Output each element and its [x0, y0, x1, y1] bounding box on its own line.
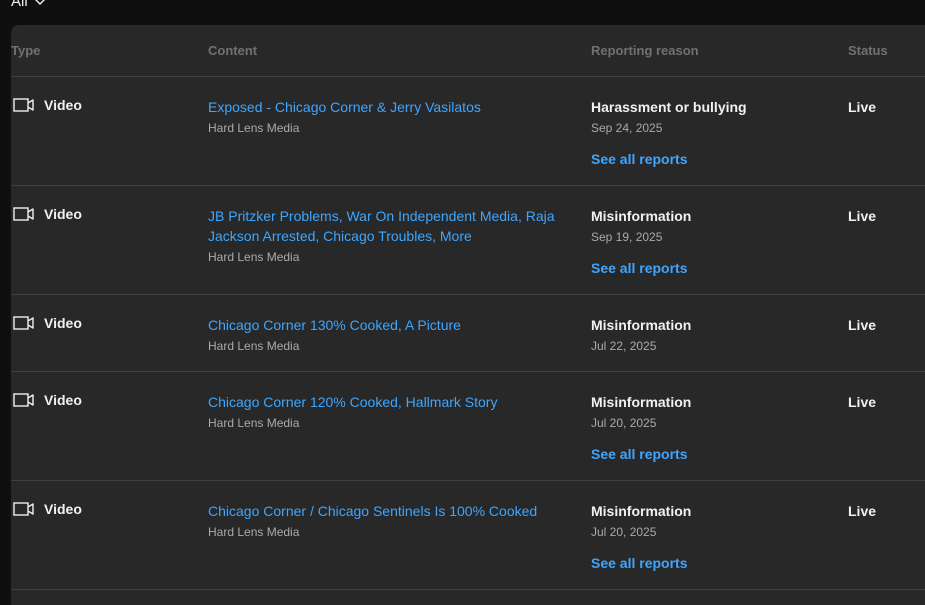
type-cell: Video — [13, 97, 82, 113]
video-icon — [13, 206, 35, 222]
video-icon — [13, 501, 35, 517]
table-row: Video JB Pritzker Problems, War On Indep… — [11, 186, 925, 295]
video-icon — [13, 97, 35, 113]
filter-dropdown[interactable]: All — [11, 0, 46, 10]
video-icon — [13, 315, 35, 331]
type-cell: Video — [13, 315, 82, 331]
table-row: Video Chicago Corner 120% Cooked, Hallma… — [11, 372, 925, 481]
video-title-link[interactable]: Chicago Corner 120% Cooked, Hallmark Sto… — [208, 392, 558, 412]
report-date: Jul 22, 2025 — [591, 339, 657, 353]
channel-name: Hard Lens Media — [208, 525, 300, 539]
video-title-link[interactable]: Chicago Corner 130% Cooked, A Picture — [208, 315, 558, 335]
reason-cell: Misinformation Jul 20, 2025 See all repo… — [591, 392, 831, 464]
status-label: Live — [848, 503, 877, 519]
reports-table: Type Content Reporting reason Status Vid… — [11, 25, 925, 605]
status-label: Live — [848, 208, 877, 224]
video-title-link[interactable]: Exposed - Chicago Corner & Jerry Vasilat… — [208, 97, 558, 117]
see-all-reports-link[interactable]: See all reports — [591, 445, 688, 463]
table-row: Video Chicago Corner / Chicago Sentinels… — [11, 481, 925, 590]
video-title-link[interactable]: JB Pritzker Problems, War On Independent… — [208, 206, 558, 246]
status-label: Live — [848, 317, 877, 333]
column-header-type[interactable]: Type — [11, 43, 40, 58]
status-label: Live — [848, 394, 877, 410]
reporting-reason: Misinformation — [591, 503, 692, 519]
see-all-reports-link[interactable]: See all reports — [591, 554, 688, 572]
see-all-reports-link[interactable]: See all reports — [591, 259, 688, 277]
type-cell: Video — [13, 501, 82, 517]
reporting-reason: Misinformation — [591, 317, 692, 333]
reporting-reason: Misinformation — [591, 208, 692, 224]
video-title-link[interactable]: Chicago Corner / Chicago Sentinels Is 10… — [208, 501, 558, 521]
reason-cell: Misinformation Jul 22, 2025 — [591, 315, 831, 354]
type-label: Video — [44, 97, 82, 113]
column-header-content[interactable]: Content — [208, 43, 257, 58]
type-label: Video — [44, 392, 82, 408]
column-header-status[interactable]: Status — [848, 43, 888, 58]
table-row: Video Chicago Corner 130% Cooked, A Pict… — [11, 295, 925, 372]
content-cell: Exposed - Chicago Corner & Jerry Vasilat… — [208, 97, 558, 136]
see-all-reports-link[interactable]: See all reports — [591, 150, 688, 168]
content-cell: Chicago Corner 130% Cooked, A Picture Ha… — [208, 315, 558, 354]
reason-cell: Misinformation Jul 20, 2025 See all repo… — [591, 501, 831, 573]
filter-label: All — [11, 0, 28, 10]
table-row: Video Exposed - Chicago Corner & Jerry V… — [11, 77, 925, 186]
column-header-reason[interactable]: Reporting reason — [591, 43, 699, 58]
chevron-down-icon — [34, 0, 46, 7]
reason-cell: Harassment or bullying Sep 24, 2025 See … — [591, 97, 831, 169]
reporting-reason: Misinformation — [591, 394, 692, 410]
type-cell: Video — [13, 206, 82, 222]
reporting-reason: Harassment or bullying — [591, 99, 747, 115]
channel-name: Hard Lens Media — [208, 250, 300, 264]
channel-name: Hard Lens Media — [208, 416, 300, 430]
type-label: Video — [44, 501, 82, 517]
content-cell: Chicago Corner / Chicago Sentinels Is 10… — [208, 501, 558, 540]
content-cell: JB Pritzker Problems, War On Independent… — [208, 206, 558, 265]
video-icon — [13, 392, 35, 408]
channel-name: Hard Lens Media — [208, 339, 300, 353]
type-label: Video — [44, 206, 82, 222]
report-date: Sep 24, 2025 — [591, 121, 663, 135]
type-cell: Video — [13, 392, 82, 408]
channel-name: Hard Lens Media — [208, 121, 300, 135]
table-body: Video Exposed - Chicago Corner & Jerry V… — [11, 77, 925, 590]
reason-cell: Misinformation Sep 19, 2025 See all repo… — [591, 206, 831, 278]
report-date: Jul 20, 2025 — [591, 525, 657, 539]
type-label: Video — [44, 315, 82, 331]
report-date: Jul 20, 2025 — [591, 416, 657, 430]
status-label: Live — [848, 99, 877, 115]
table-header: Type Content Reporting reason Status — [11, 25, 925, 77]
content-cell: Chicago Corner 120% Cooked, Hallmark Sto… — [208, 392, 558, 431]
report-date: Sep 19, 2025 — [591, 230, 663, 244]
